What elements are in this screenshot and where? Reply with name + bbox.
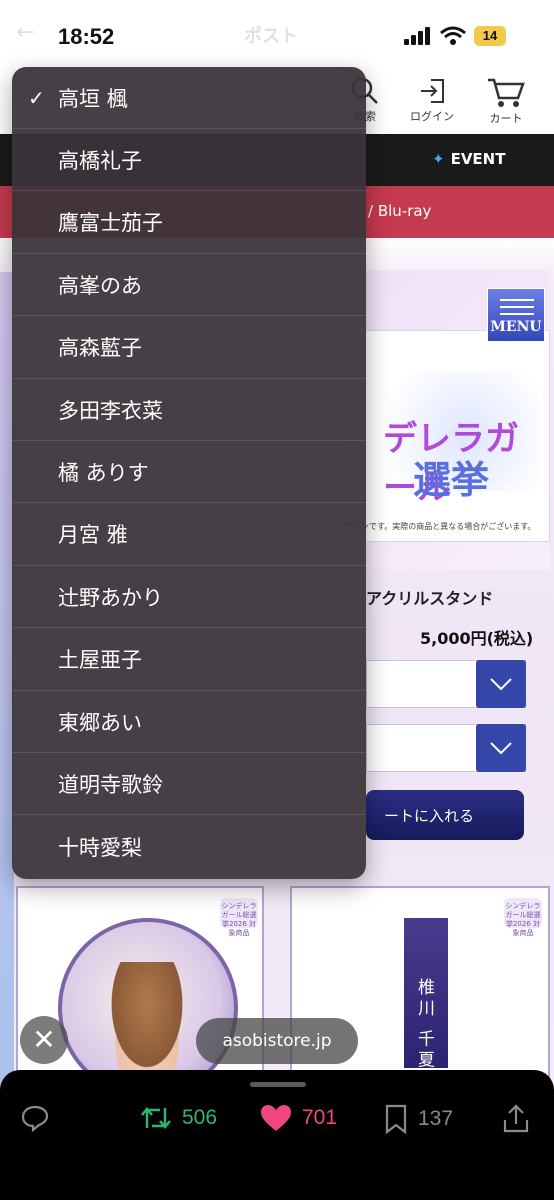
- breadcrumb: / Blu-ray: [368, 202, 432, 220]
- reply-icon: [21, 1105, 49, 1132]
- login-label: ログイン: [410, 110, 454, 123]
- retweet-icon: [141, 1107, 171, 1129]
- nav-event-link[interactable]: ✦ EVENT: [432, 150, 505, 168]
- picker-option-label: 鷹富士茄子: [58, 211, 163, 236]
- product-price: 5,000円(税込): [420, 629, 534, 648]
- wifi-icon: [440, 26, 466, 45]
- add-to-cart-label: ートに入れる: [383, 806, 474, 825]
- picker-option-label: 十時愛梨: [58, 835, 142, 860]
- promo-title-line2: 選挙: [413, 457, 490, 502]
- banner-name: 椎川 千夏: [414, 978, 434, 1072]
- picker-option[interactable]: 橘 ありす: [12, 441, 366, 504]
- picker-option[interactable]: 十時愛梨: [12, 816, 366, 878]
- picker-option[interactable]: 東郷あい: [12, 691, 366, 753]
- picker-option[interactable]: 辻野あかり: [12, 566, 366, 629]
- login-icon: [421, 79, 444, 103]
- bookmark-icon: [385, 1104, 407, 1134]
- chevron-down-icon: [490, 678, 512, 691]
- link-domain-pill[interactable]: asobistore.jp: [196, 1018, 358, 1064]
- cart-label: カート: [489, 112, 523, 125]
- signal-icon: [404, 27, 430, 45]
- retweet-count: 506: [182, 1106, 218, 1129]
- tweet-action-bar: [0, 1070, 554, 1200]
- chevron-down-icon: [490, 742, 512, 755]
- picker-option-label: 辻野あかり: [58, 585, 163, 610]
- picker-option[interactable]: 土屋亜子: [12, 629, 366, 691]
- picker-option-label: 東郷あい: [58, 710, 142, 735]
- menu-bar-icon: [500, 306, 534, 308]
- battery-level: 14: [482, 28, 498, 43]
- picker-option[interactable]: 鷹富士茄子: [12, 192, 366, 254]
- menu-button[interactable]: MENU: [487, 288, 545, 342]
- picker-option-label: 多田李衣菜: [58, 398, 163, 423]
- campaign-seal: シンデレラガール総選挙2026 対象商品: [220, 898, 258, 937]
- campaign-seal: シンデレラガール総選挙2026 対象商品: [504, 898, 542, 937]
- status-icons: 14: [404, 26, 506, 46]
- cart-icon: [488, 78, 525, 107]
- picker-option[interactable]: ✓ 高垣 楓: [12, 67, 366, 129]
- post-title: ポスト: [244, 26, 298, 47]
- nav-event-label: EVENT: [450, 150, 506, 168]
- retweet-button[interactable]: 506: [140, 1104, 217, 1132]
- share-icon: [503, 1104, 529, 1133]
- seal-text: シンデレラガール総選挙2026 対象商品: [221, 902, 257, 937]
- menu-bar-icon: [500, 299, 534, 301]
- sparkle-icon: ✦: [432, 150, 445, 168]
- link-domain: asobistore.jp: [222, 1031, 332, 1051]
- close-button[interactable]: ✕: [20, 1016, 68, 1064]
- menu-bar-icon: [500, 313, 534, 315]
- picker-option-label: 高橋礼子: [58, 148, 142, 173]
- reply-button[interactable]: [20, 1104, 50, 1132]
- picker-option[interactable]: 多田李衣菜: [12, 379, 366, 441]
- image-note: ザインです。実際の商品と異なる場合がございます。: [345, 522, 536, 531]
- seal-text: シンデレラガール総選挙2026 対象商品: [505, 902, 541, 937]
- clock: 18:52: [58, 24, 115, 49]
- drag-handle[interactable]: [250, 1082, 306, 1087]
- picker-option[interactable]: 高森藍子: [12, 317, 366, 379]
- picker-option[interactable]: 高橋礼子: [12, 129, 366, 192]
- header-login[interactable]: ログイン: [410, 76, 454, 124]
- bookmark-count: 137: [418, 1107, 454, 1130]
- product-image[interactable]: デレラガール 選挙 ザインです。実際の商品と異なる場合がございます。: [338, 330, 550, 542]
- checkmark-icon: ✓: [28, 85, 45, 110]
- picker-option[interactable]: 高峯のあ: [12, 254, 366, 317]
- idol-picker[interactable]: ✓ 高垣 楓高橋礼子鷹富士茄子高峯のあ高森藍子多田李衣菜橘 ありす月宮 雅辻野あか…: [12, 67, 366, 879]
- battery-icon: 14: [474, 26, 506, 46]
- picker-option-label: 道明寺歌鈴: [58, 772, 163, 797]
- add-to-cart-button[interactable]: ートに入れる: [366, 790, 524, 840]
- close-icon: ✕: [32, 1023, 56, 1056]
- menu-label: MENU: [490, 319, 542, 335]
- option-select-2-arrow[interactable]: [476, 724, 526, 772]
- picker-option-label: 高森藍子: [58, 336, 142, 361]
- picker-option-label: 橘 ありす: [58, 460, 149, 485]
- picker-option-label: 月宮 雅: [58, 523, 128, 548]
- back-arrow-icon[interactable]: ←: [16, 20, 34, 45]
- like-button[interactable]: 701: [260, 1104, 337, 1132]
- product-name: アクリルスタンド: [366, 589, 494, 608]
- header-cart[interactable]: カート: [486, 76, 526, 126]
- picker-option[interactable]: 道明寺歌鈴: [12, 753, 366, 816]
- option-select-1-arrow[interactable]: [476, 660, 526, 708]
- picker-option-label: 高垣 楓: [58, 86, 128, 111]
- picker-option-label: 土屋亜子: [58, 648, 142, 673]
- like-count: 701: [302, 1106, 338, 1129]
- picker-option[interactable]: 月宮 雅: [12, 504, 366, 566]
- share-button[interactable]: [502, 1104, 530, 1134]
- picker-option-label: 高峯のあ: [58, 273, 142, 298]
- bookmark-button[interactable]: 137: [384, 1104, 453, 1134]
- heart-icon: [261, 1105, 291, 1131]
